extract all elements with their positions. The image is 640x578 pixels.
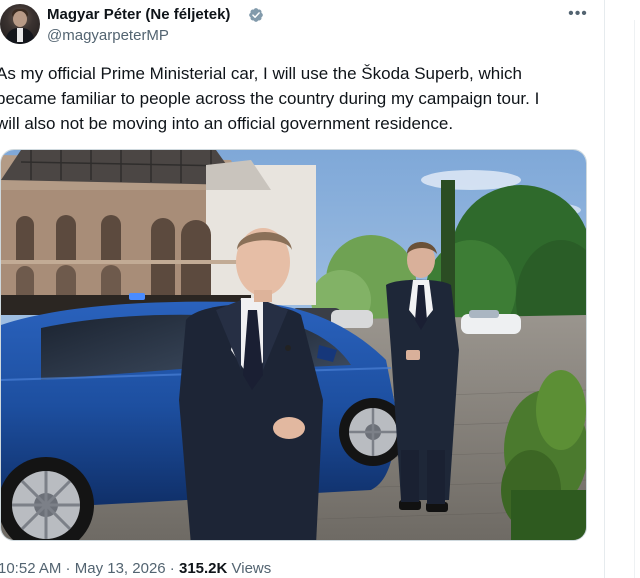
verified-badge-icon [249, 8, 263, 22]
photo-scene [1, 150, 586, 540]
author-display-name[interactable]: Magyar Péter (Ne féljetek) [47, 6, 230, 23]
tweet-text-line: became familiar to people across the cou… [0, 89, 540, 108]
tweet-text-line: will also not be moving into an official… [0, 114, 454, 133]
tweet-text: As my official Prime Ministerial car, I … [0, 61, 596, 136]
meta-separator: · [165, 560, 179, 577]
meta-separator: · [61, 560, 75, 577]
avatar-head [13, 11, 27, 27]
tweet-photo[interactable] [0, 149, 587, 541]
avatar[interactable] [0, 4, 40, 44]
views-label: Views [227, 560, 272, 577]
tweet-meta: 10:52 AM · May 13, 2026 · 315.2K Views [0, 560, 271, 577]
tweet-text-line: As my official Prime Ministerial car, I … [0, 64, 522, 83]
more-horizontal-icon[interactable]: ••• [566, 2, 590, 26]
tweet-page: Magyar Péter (Ne féljetek) @magyarpeterM… [0, 0, 640, 578]
right-panel-border [634, 20, 635, 578]
views-count: 315.2K [178, 560, 228, 577]
avatar-shirt [17, 28, 23, 42]
tweet-time[interactable]: 10:52 AM [0, 560, 61, 577]
tweet-date[interactable]: May 13, 2026 [75, 560, 166, 577]
author-handle[interactable]: @magyarpeterMP [47, 27, 169, 44]
